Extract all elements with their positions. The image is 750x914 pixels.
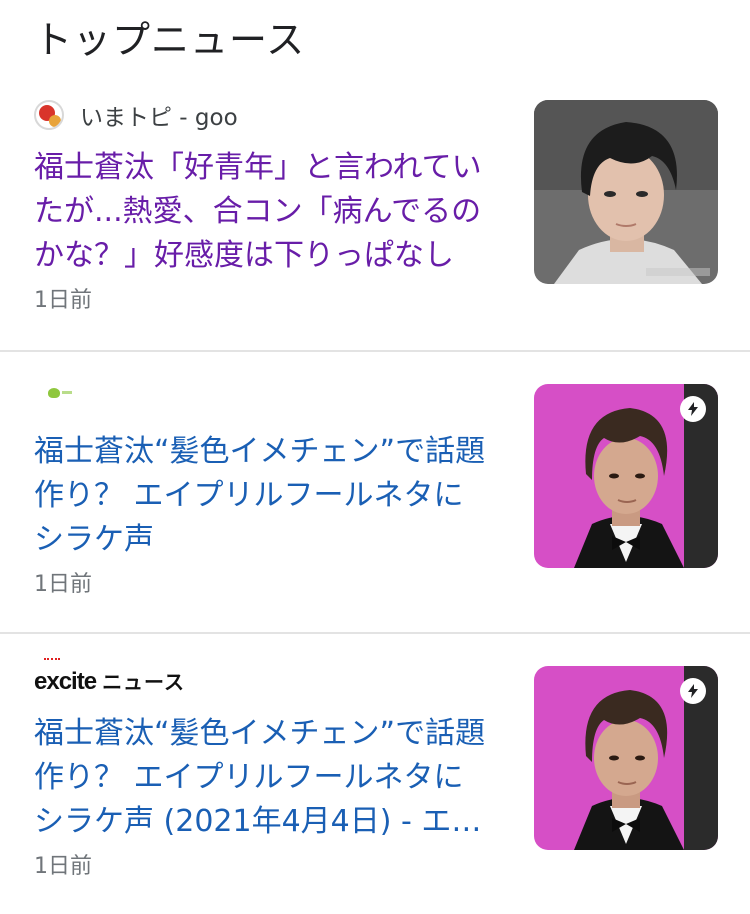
news-card[interactable]: いまトピ - goo 福士蒼汰「好青年」と言われていたが...熱愛、合コン「病ん… [0, 68, 750, 350]
amp-lightning-icon [680, 678, 706, 704]
news-headline-link[interactable]: 福士蒼汰“髪色イメチェン”で話題作り？ エイプリルフールネタにシラケ声 [34, 430, 489, 562]
news-source: excite ニュース [34, 658, 186, 698]
news-source: いまトピ - goo [34, 98, 238, 132]
news-thumbnail[interactable] [534, 384, 718, 568]
news-timestamp: 1日前 [34, 854, 92, 879]
excite-logo-icon: excite ニュース [34, 658, 186, 696]
section-title: トップニュース [34, 18, 306, 62]
news-timestamp: 1日前 [34, 288, 92, 313]
news-thumbnail[interactable] [534, 100, 718, 284]
source-name: いまトピ - goo [80, 105, 238, 131]
news-thumbnail[interactable] [534, 666, 718, 850]
amp-lightning-icon [680, 396, 706, 422]
excite-logo-brand: excite [34, 668, 97, 695]
news-card[interactable]: excite ニュース 福士蒼汰“髪色イメチェン”で話題作り？ エイプリルフール… [0, 632, 750, 914]
green-leaf-logo-icon [34, 388, 72, 398]
news-timestamp: 1日前 [34, 572, 92, 597]
imatopi-logo-icon [34, 100, 64, 130]
excite-logo-sub: ニュース [102, 672, 186, 694]
news-source [34, 382, 72, 416]
news-headline-link[interactable]: 福士蒼汰「好青年」と言われていたが...熱愛、合コン「病んでるのかな？」好感度は… [34, 146, 489, 278]
news-card[interactable]: 福士蒼汰“髪色イメチェン”で話題作り？ エイプリルフールネタにシラケ声 1日前 [0, 350, 750, 632]
news-headline-link[interactable]: 福士蒼汰“髪色イメチェン”で話題作り？ エイプリルフールネタにシラケ声 (202… [34, 712, 489, 844]
